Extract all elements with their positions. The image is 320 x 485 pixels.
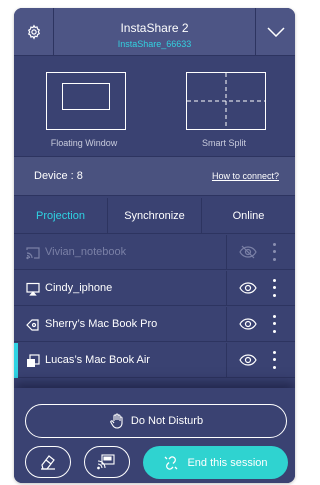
device-summary: Device : 8 How to connect? [14,156,295,196]
floating-window-icon [46,72,126,130]
unlink-icon [164,455,178,470]
selected-indicator [14,343,18,378]
row-divider [226,271,227,306]
device-row-cindy[interactable]: Cindy_iphone [14,271,295,306]
eraser-icon [41,455,55,470]
device-name: Vivian_notebook [45,246,127,258]
screen-share-icon [27,354,40,367]
collapse-button[interactable] [255,8,295,56]
device-row-vivian[interactable]: Vivian_notebook [14,235,295,270]
device-name: Sherry’s Mac Book Pro [45,318,158,330]
device-name: Cindy_iphone [45,282,113,294]
settings-button[interactable] [14,8,54,56]
how-to-connect-link[interactable]: How to connect? [212,171,279,181]
tab-bar: Projection Synchronize Online [14,198,295,234]
cast-icon [26,247,40,260]
airplay-icon [26,282,40,296]
share-screen-button[interactable] [84,446,130,478]
end-session-label: End this session [187,456,268,469]
session-controls: Do Not Disturb End this session [14,388,295,483]
eye-icon[interactable] [239,281,257,295]
smart-split-icon [186,72,266,130]
tag-icon [26,319,39,331]
do-not-disturb-button[interactable]: Do Not Disturb [25,404,287,438]
floating-window-label: Floating Window [50,138,118,148]
row-divider [226,307,227,342]
tab-online[interactable]: Online [202,198,295,234]
device-row-sherry[interactable]: Sherry’s Mac Book Pro [14,307,295,342]
panel-header: InstaShare 2 InstaShare_66633 [14,8,295,56]
hand-icon [110,413,123,429]
share-screen-icon [97,454,115,470]
receiver-name: InstaShare_66633 [117,39,192,49]
more-options-button[interactable] [270,277,278,299]
display-modes: Floating Window Smart Split [14,57,295,155]
receiver-info: InstaShare 2 InstaShare_66633 [54,8,255,56]
eye-icon[interactable] [239,353,257,367]
row-divider [226,235,227,270]
annotate-button[interactable] [25,446,71,478]
row-divider [226,343,227,378]
smart-split-mode[interactable]: Smart Split [154,57,294,155]
smart-split-label: Smart Split [201,138,246,148]
gear-icon [27,24,40,40]
app-title: InstaShare 2 [120,21,189,35]
end-session-button[interactable]: End this session [143,446,288,479]
instashare-panel: InstaShare 2 InstaShare_66633 Floating W… [14,8,295,483]
tab-synchronize[interactable]: Synchronize [108,198,201,234]
device-list: Vivian_notebook Cindy_iphone Sherry’s Ma… [14,235,295,395]
eye-icon[interactable] [239,317,257,331]
tab-projection[interactable]: Projection [14,198,107,234]
device-row-lucas[interactable]: Lucas’s Mac Book Air [14,343,295,378]
eye-hidden-icon[interactable] [239,245,257,259]
chevron-down-icon [266,27,285,37]
more-options-button[interactable] [270,313,278,335]
more-options-button[interactable] [270,241,278,263]
floating-window-mode[interactable]: Floating Window [14,57,154,155]
device-count: Device : 8 [34,170,83,182]
more-options-button[interactable] [270,349,278,371]
device-name: Lucas’s Mac Book Air [45,354,150,366]
do-not-disturb-label: Do Not Disturb [130,415,204,427]
